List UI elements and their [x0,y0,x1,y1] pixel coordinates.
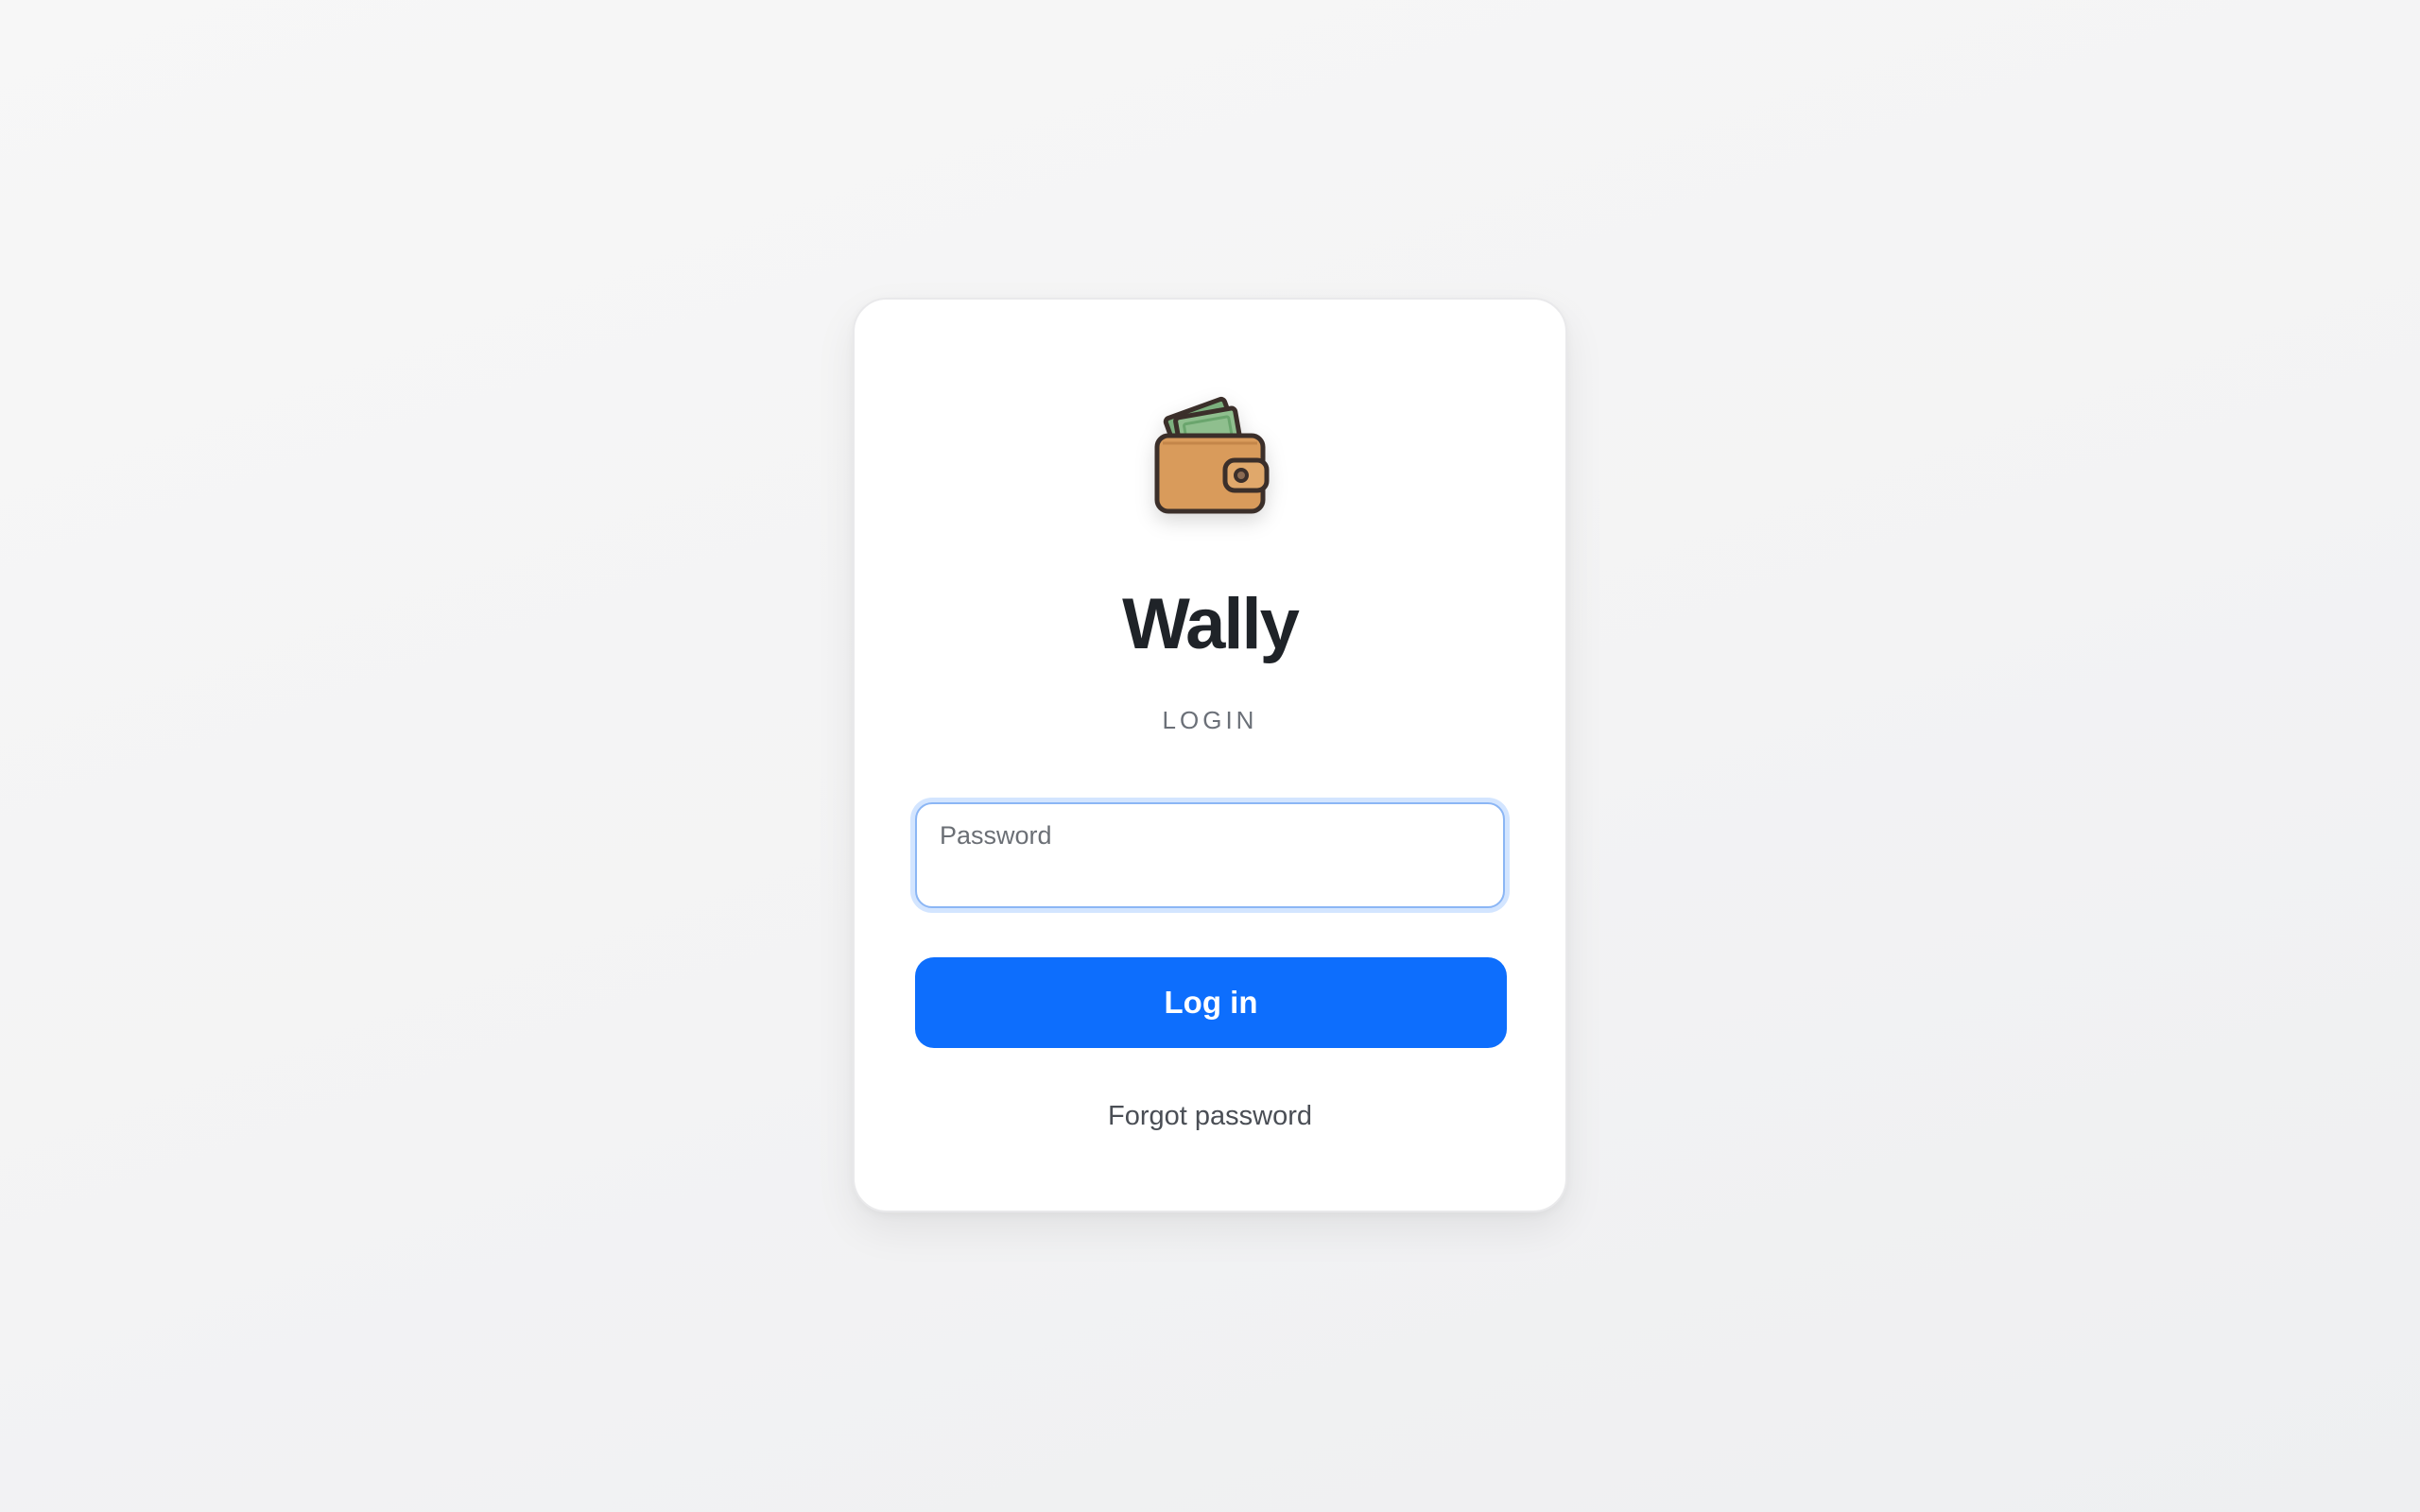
login-card: Wally LOGIN Password Log in Forgot passw… [853,298,1567,1212]
wallet-icon [1150,392,1272,515]
password-label: Password [940,821,1052,850]
login-button[interactable]: Log in [915,957,1507,1048]
app-title: Wally [1122,584,1300,664]
password-input[interactable] [940,861,1478,895]
password-field[interactable]: Password [915,802,1505,908]
forgot-password-link[interactable]: Forgot password [855,1103,1565,1130]
page-subtitle: LOGIN [1162,706,1258,734]
